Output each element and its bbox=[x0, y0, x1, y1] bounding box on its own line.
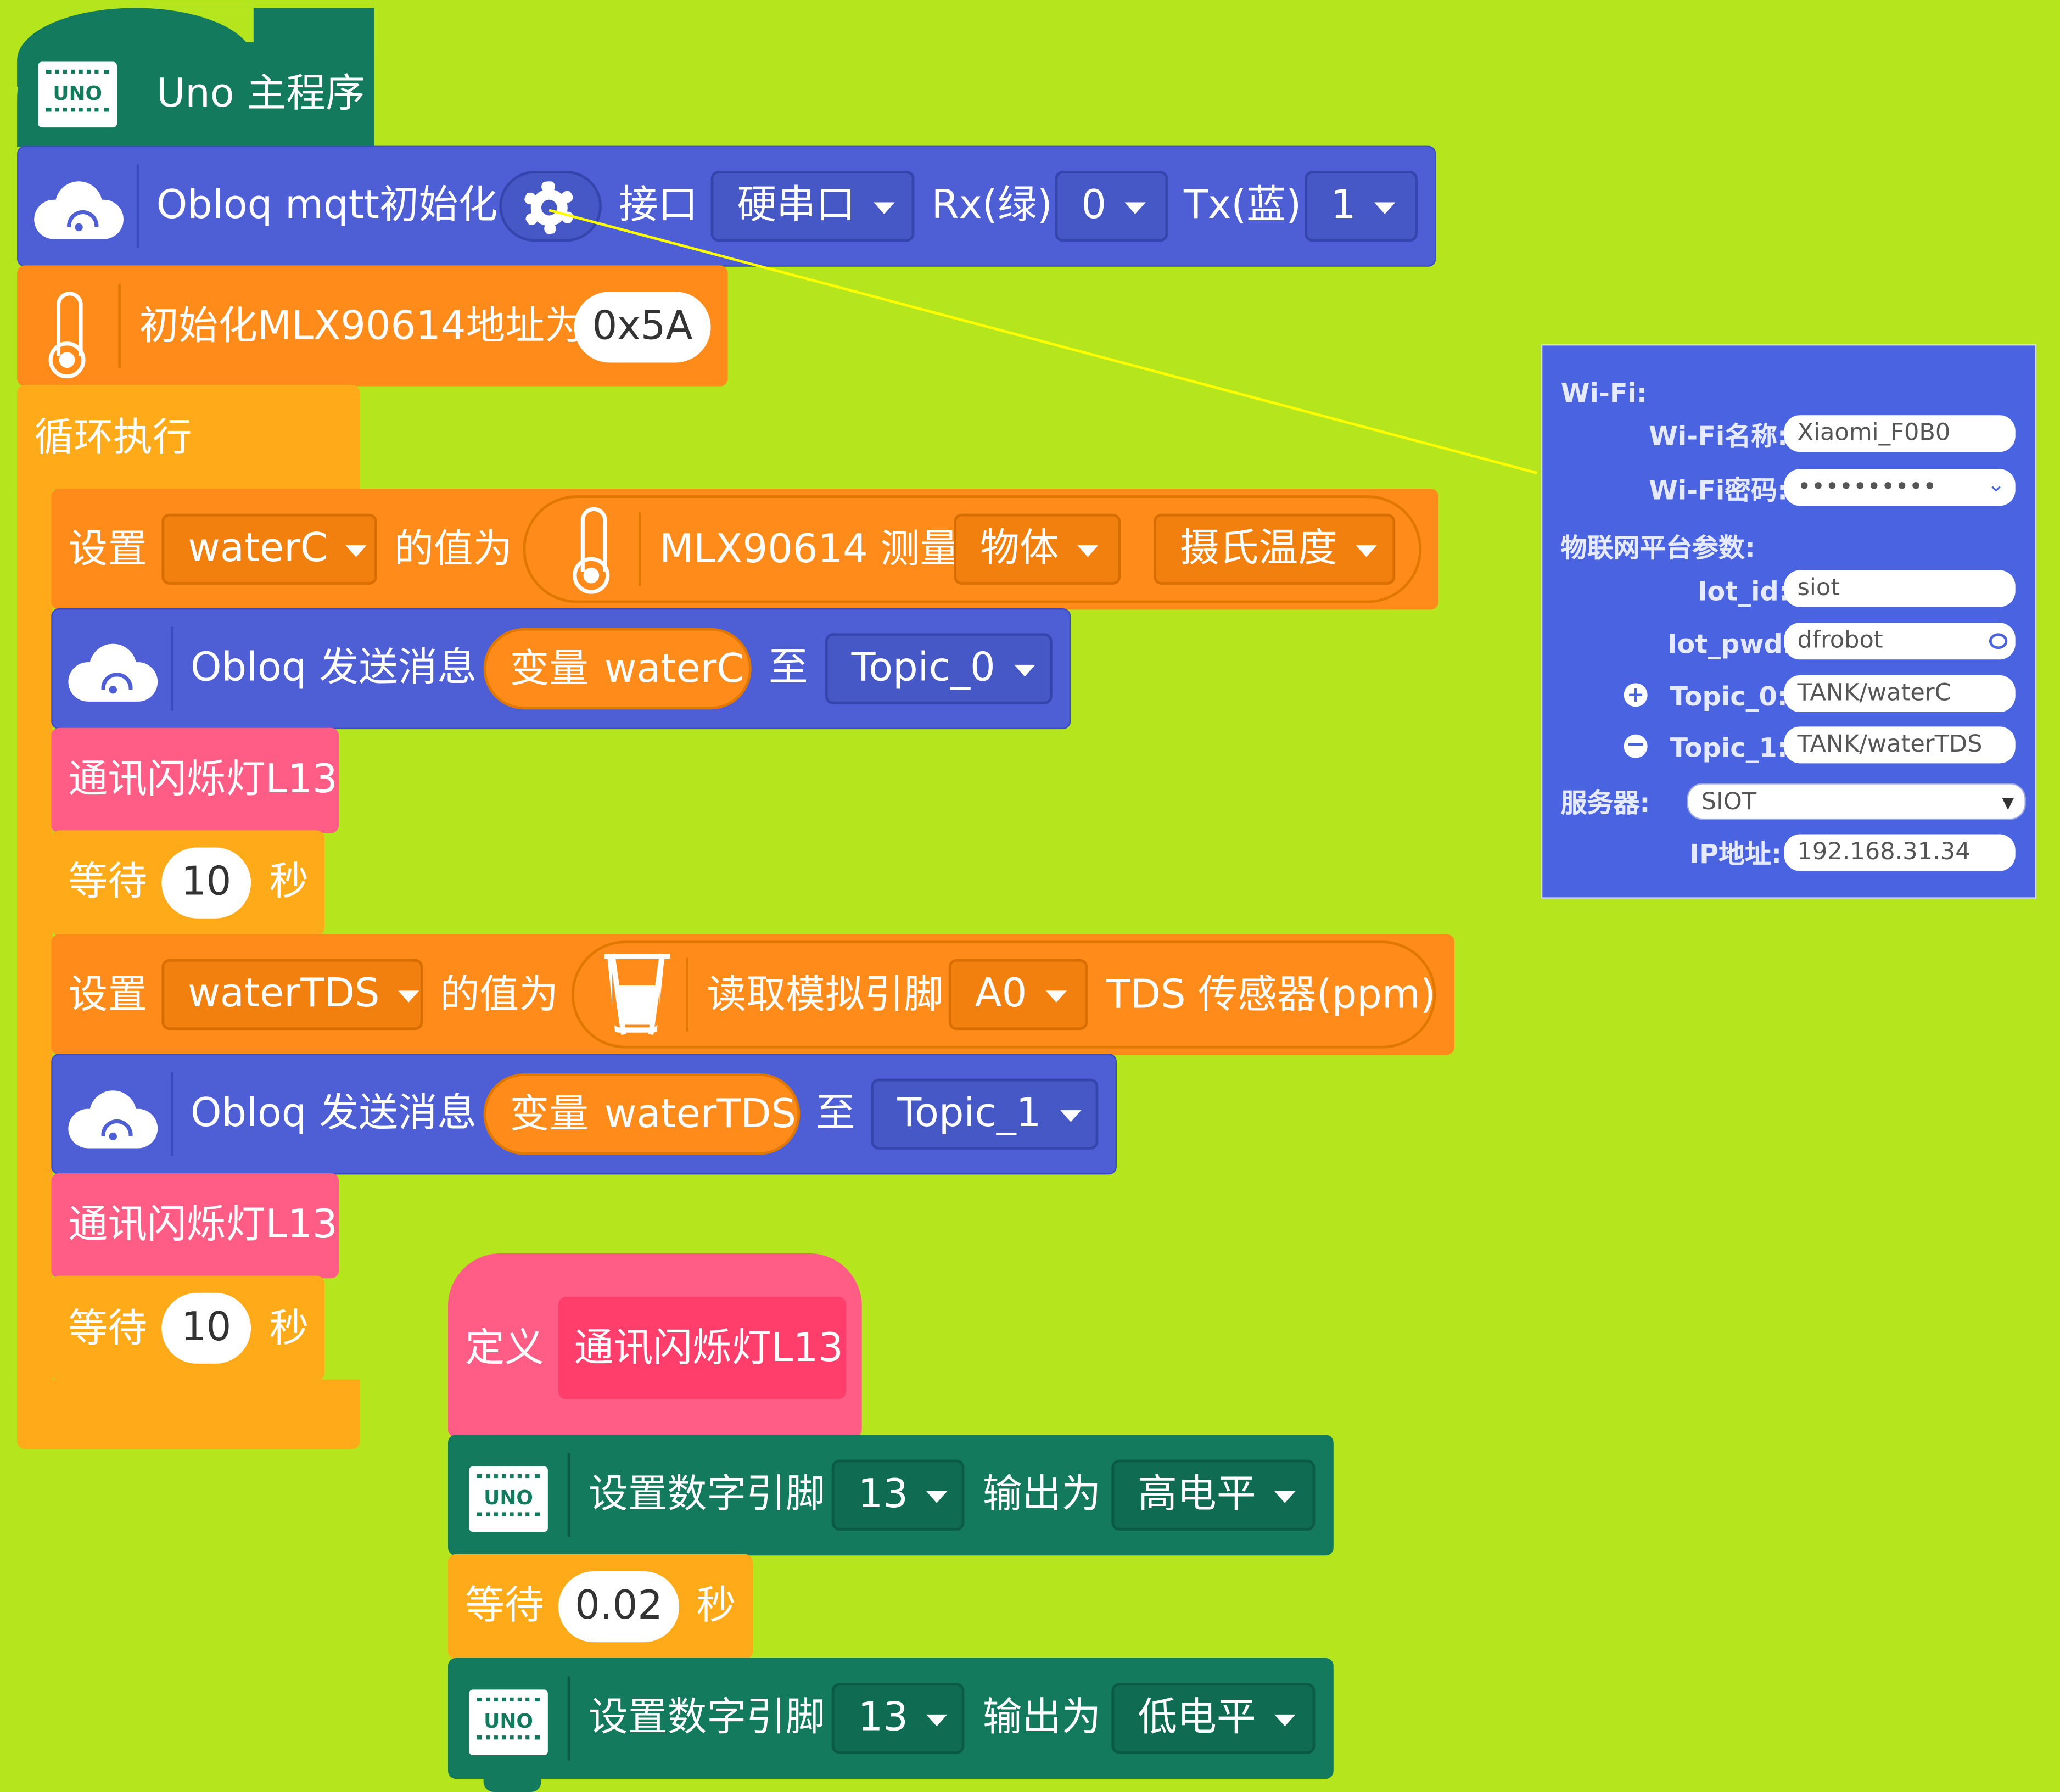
topic1-input[interactable]: TANK/waterTDS bbox=[1784, 726, 2016, 764]
iot-pwd-value: dfrobot bbox=[1797, 626, 1883, 654]
password-input[interactable]: •••••••••• ⌄ bbox=[1784, 469, 2016, 506]
password-label: Wi-Fi密码: bbox=[1649, 474, 1788, 506]
server-label: 服务器: bbox=[1560, 787, 1650, 819]
iot-pwd-label: Iot_pwd: bbox=[1667, 628, 1793, 660]
password-value: •••••••••• bbox=[1797, 473, 1937, 501]
chevron-down-icon[interactable]: ⌄ bbox=[1987, 469, 2005, 503]
iot-id-label: Iot_id: bbox=[1697, 575, 1789, 607]
add-topic-icon[interactable]: + bbox=[1624, 682, 1648, 707]
iot-id-input[interactable]: siot bbox=[1784, 570, 2016, 607]
ssid-input[interactable]: Xiaomi_F0B0 bbox=[1784, 415, 2016, 452]
ssid-label: Wi-Fi名称: bbox=[1649, 420, 1788, 452]
dropdown-arrow-icon: ▼ bbox=[2002, 793, 2014, 812]
wifi-header: Wi-Fi: bbox=[1560, 377, 1648, 409]
server-select[interactable]: SIOT ▼ bbox=[1687, 783, 2026, 820]
obloq-settings-panel: Wi-Fi: Wi-Fi名称: Xiaomi_F0B0 Wi-Fi密码: •••… bbox=[1541, 344, 2036, 899]
topic0-input[interactable]: TANK/waterC bbox=[1784, 675, 2016, 713]
eye-icon[interactable] bbox=[1989, 633, 2008, 649]
ip-input[interactable]: 192.168.31.34 bbox=[1784, 834, 2016, 871]
block-workspace[interactable]: UNO Uno 主程序 Obloq mqtt初始化 接口 硬串口 Rx(绿) 0… bbox=[0, 0, 2060, 1792]
topic1-label: Topic_1: bbox=[1670, 731, 1788, 764]
server-value: SIOT bbox=[1701, 788, 1757, 816]
remove-topic-icon[interactable]: − bbox=[1624, 732, 1648, 758]
topic0-label: Topic_0: bbox=[1670, 680, 1788, 713]
iot-header: 物联网平台参数: bbox=[1560, 532, 1755, 564]
ip-label: IP地址: bbox=[1689, 838, 1782, 870]
iot-pwd-input[interactable]: dfrobot bbox=[1784, 623, 2016, 660]
